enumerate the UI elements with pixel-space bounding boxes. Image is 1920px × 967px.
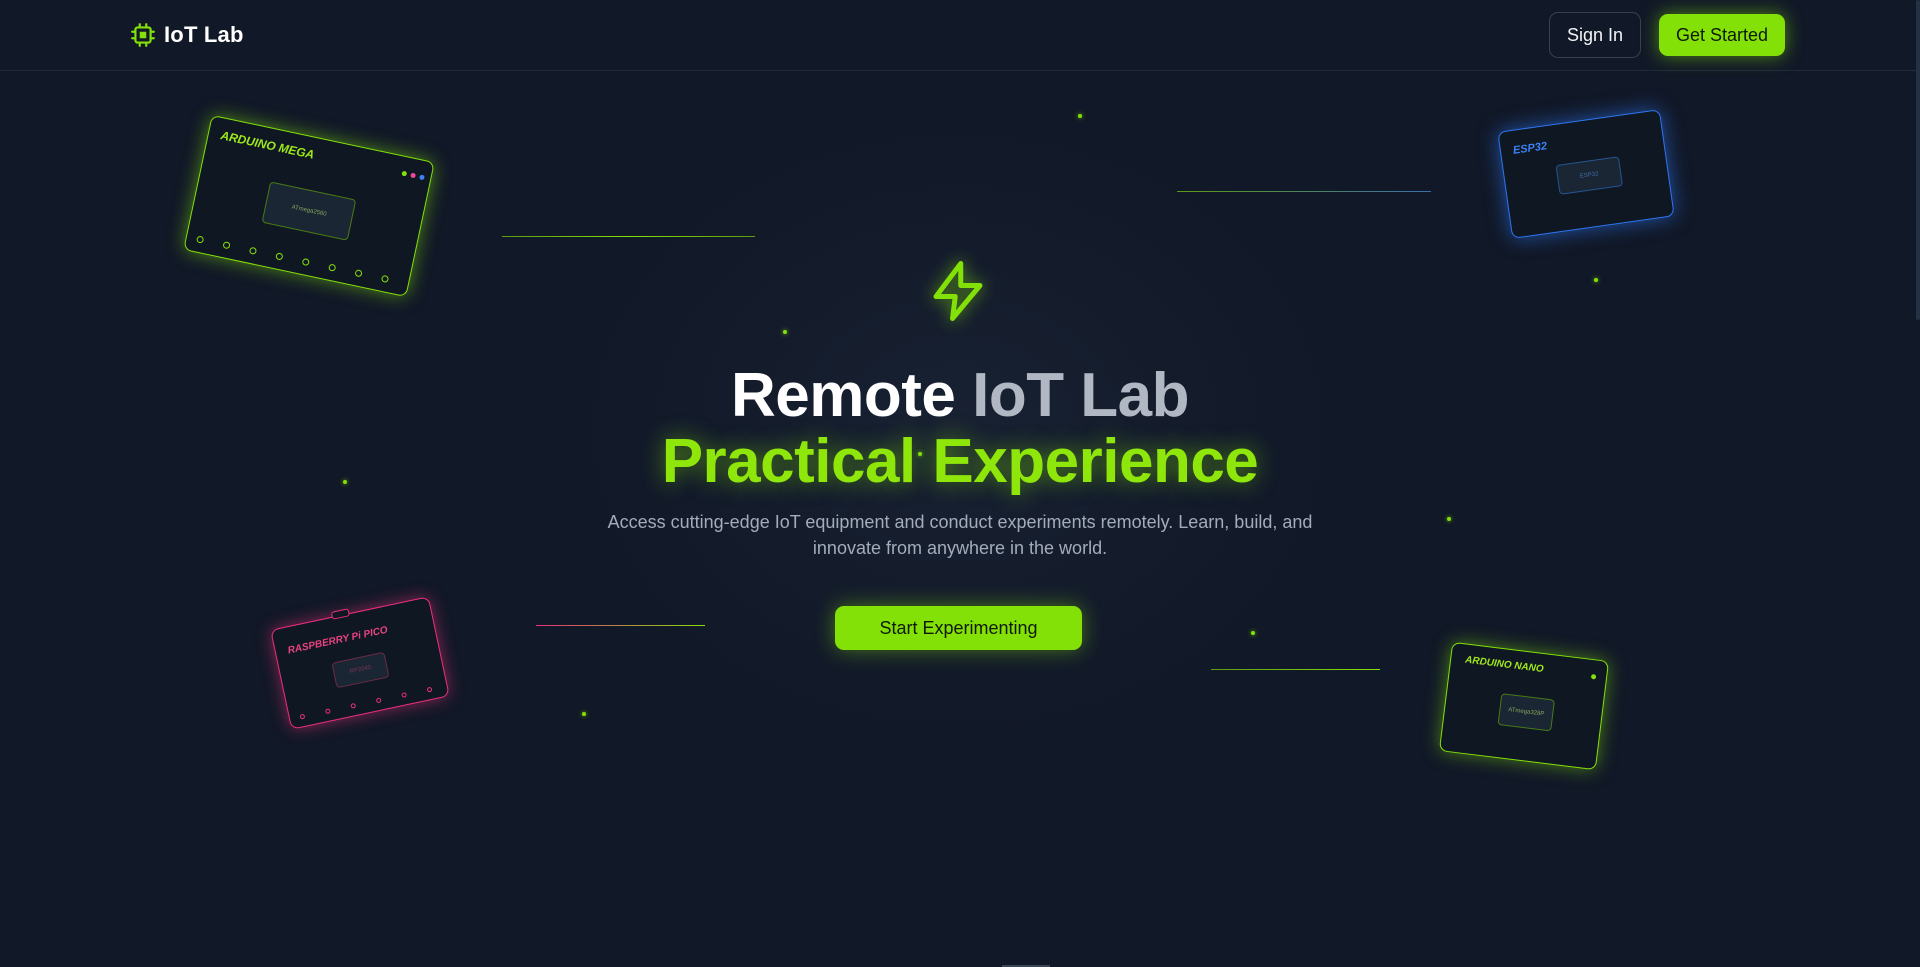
pin	[299, 713, 306, 720]
pin	[248, 246, 258, 255]
raspberry-pi-pico-board: RASPBERRY Pi PICO RP2040	[270, 596, 450, 730]
pin	[195, 235, 205, 244]
board-label: ESP32	[1512, 140, 1548, 157]
decor-dot	[582, 712, 586, 716]
board-chip: ATmega328P	[1497, 693, 1555, 732]
pin	[324, 708, 331, 715]
hero-title-part2: IoT Lab	[972, 361, 1190, 430]
decor-dot	[783, 330, 787, 334]
hero-subtitle: Access cutting-edge IoT equipment and co…	[607, 512, 1313, 558]
pin	[375, 697, 382, 704]
decor-line	[1211, 669, 1380, 670]
site-header: IoT Lab Sign In Get Started	[0, 0, 1920, 71]
pin	[401, 692, 408, 698]
decor-dot	[1078, 114, 1082, 118]
decor-dot	[1594, 278, 1598, 282]
logo-text: IoT Lab	[164, 22, 244, 47]
pin	[301, 257, 310, 267]
led	[410, 172, 417, 179]
hero-title: Remote IoT Lab	[0, 358, 1920, 434]
decor-dot	[1447, 517, 1451, 521]
hero-title-part1: Remote	[730, 361, 956, 430]
usb-port	[330, 608, 351, 620]
start-experimenting-button[interactable]: Start Experimenting	[835, 606, 1082, 650]
arduino-mega-board: ARDUINO MEGA ATmega2560	[183, 114, 435, 298]
arduino-nano-board: ARDUINO NANO ATmega328P	[1438, 641, 1610, 771]
pin	[426, 686, 433, 693]
board-label: RASPBERRY Pi PICO	[286, 624, 389, 657]
pin	[222, 241, 231, 250]
board-chip: ATmega2560	[261, 181, 357, 241]
board-chip: RP2040	[331, 651, 390, 689]
led	[401, 170, 408, 177]
pin	[275, 252, 284, 261]
esp32-board: ESP32 ESP32	[1497, 109, 1675, 239]
pin	[380, 274, 390, 284]
decor-dot	[1251, 631, 1255, 635]
pin	[328, 263, 337, 272]
led	[418, 174, 425, 181]
decor-line	[502, 236, 755, 237]
sign-in-button[interactable]: Sign In	[1549, 12, 1641, 58]
scrollbar[interactable]	[1916, 0, 1920, 320]
board-label: ARDUINO MEGA	[219, 128, 316, 162]
get-started-button[interactable]: Get Started	[1659, 14, 1785, 56]
led	[1590, 673, 1597, 680]
chip-icon	[131, 23, 155, 47]
decor-line	[536, 625, 705, 626]
pin	[350, 702, 357, 709]
decor-line	[1177, 191, 1431, 192]
lightning-bolt-icon	[933, 261, 983, 321]
board-chip: ESP32	[1555, 156, 1624, 195]
board-label: ARDUINO NANO	[1464, 654, 1545, 676]
hero-title-highlight: Practical Experience	[661, 427, 1259, 496]
pin	[354, 269, 363, 278]
logo[interactable]: IoT Lab	[130, 22, 244, 48]
